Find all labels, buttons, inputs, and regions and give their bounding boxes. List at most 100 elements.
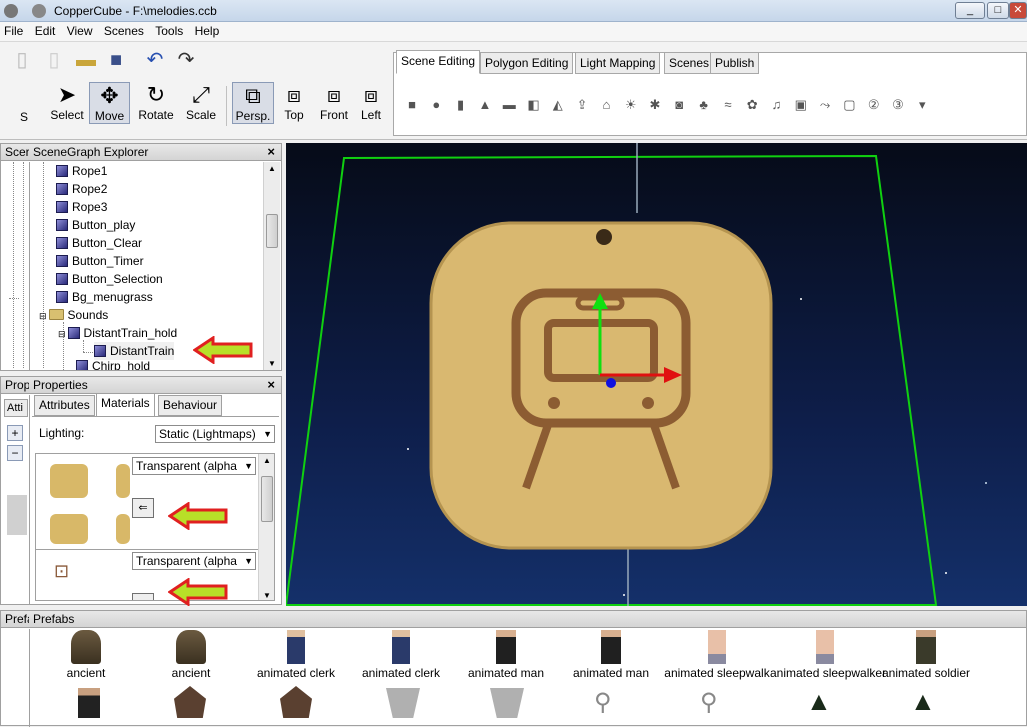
view-front-button[interactable]: ⧈ Front [316,82,352,124]
tab-materials[interactable]: Materials [96,393,155,417]
plane-icon[interactable]: ▬ [501,97,517,113]
prefab-item[interactable]: animated soldier [876,630,976,680]
tree-item-folder[interactable]: ⊟ Sounds [39,306,108,324]
tab-attributes[interactable]: Attributes [34,395,95,416]
tree-icon[interactable]: ▲ [806,686,832,717]
minimize-button[interactable]: _ [955,2,985,19]
prefabs-collapsed-tab[interactable]: Prefa [1,611,34,628]
menu-help[interactable]: Help [191,22,224,38]
menu-view[interactable]: View [63,22,97,38]
light-icon[interactable]: ☀ [623,97,639,113]
prefab-item[interactable]: ancient [141,630,241,680]
new-file-icon[interactable]: ▯ [42,48,66,72]
prefab-item[interactable]: animated sleepwalk [662,630,772,680]
tree-icon[interactable]: ▲ [910,686,936,717]
collapse-icon[interactable]: ⊟ [39,311,47,321]
collapse-icon[interactable]: ⊟ [58,329,66,339]
tree-item[interactable]: Bg_menugrass [56,288,153,306]
scroll-down-icon[interactable]: ▼ [263,591,271,600]
prefab-item[interactable]: animated sleepwalker [770,630,886,680]
scroll-thumb[interactable] [266,214,278,248]
terrain-icon[interactable]: ◭ [550,97,566,113]
menu-scenes[interactable]: Scenes [100,22,148,38]
select-tool-button[interactable]: ➤ Select [48,82,86,124]
new-icon[interactable]: ▯ [10,48,34,72]
menu-tools[interactable]: Tools [151,22,187,38]
3d-viewport[interactable] [284,143,1027,606]
bicycle-icon[interactable]: ⚲ [594,688,612,717]
close-icon[interactable]: × [267,144,275,160]
more-icon[interactable]: ▾ [914,97,930,113]
sphere-icon[interactable]: ● [428,97,444,113]
add-icon[interactable]: + [7,425,23,441]
import-icon[interactable]: ⇪ [574,97,590,113]
materials-scrollbar[interactable]: ▲ ▼ [258,454,274,600]
tree-item-selected[interactable]: DistantTrain [94,342,175,360]
tree-item[interactable]: Button_play [56,216,135,234]
maximize-button[interactable]: □ [987,2,1009,19]
view-top-button[interactable]: ⧈ Top [278,82,310,124]
close-icon[interactable]: × [267,377,275,393]
remove-icon[interactable]: − [7,445,23,461]
scroll-up-icon[interactable]: ▲ [268,164,276,173]
prefab-item[interactable]: animated man [456,630,556,680]
scroll-thumb[interactable] [261,476,273,522]
cube-icon[interactable]: ■ [404,97,420,113]
path-icon[interactable]: ⤳ [817,97,833,113]
3d-icon[interactable]: ③ [890,97,906,113]
tree-item[interactable]: Rope3 [56,198,107,216]
tab-scenes[interactable]: Scenes [664,52,715,74]
open-folder-icon[interactable]: ▬ [74,48,98,72]
menu-edit[interactable]: Edit [31,22,60,38]
undo-icon[interactable]: ↶ [143,48,167,72]
tree-icon[interactable]: ♣ [696,97,712,113]
material-type-select[interactable]: Transparent (alpha ▼ [132,552,256,570]
character-icon[interactable] [78,688,100,718]
scenegraph-collapsed-tab[interactable]: Scer [1,144,30,161]
prefab-item[interactable]: animated clerk [246,630,346,680]
scenegraph-scrollbar[interactable]: ▲ ▼ [263,162,280,370]
load-texture-icon[interactable] [132,593,154,600]
move-tool-button[interactable]: ✥ Move [89,82,130,124]
view-left-button[interactable]: ⧈ Left [356,82,386,124]
cone-icon[interactable]: ▲ [477,97,493,113]
tab-scene-editing[interactable]: Scene Editing [396,50,481,74]
close-button[interactable]: ✕ [1009,2,1027,19]
prefab-item[interactable]: ancient [36,630,136,680]
save-icon[interactable]: ■ [104,48,128,72]
panel-splitter[interactable] [29,395,30,605]
material-type-select[interactable]: Transparent (alpha ▼ [132,457,256,475]
tree-item[interactable]: Button_Clear [56,234,142,252]
redo-icon[interactable]: ↷ [174,48,198,72]
collapsed-attributes-tab[interactable]: Atti [4,399,28,417]
tab-behaviour[interactable]: Behaviour [158,395,223,416]
scroll-up-icon[interactable]: ▲ [263,456,271,465]
panel-splitter[interactable] [29,162,30,370]
panel-splitter[interactable] [29,629,30,727]
particle-icon[interactable]: ✱ [647,97,663,113]
tree-item[interactable]: Button_Timer [56,252,144,270]
tab-light-mapping[interactable]: Light Mapping [575,52,661,74]
tab-polygon-editing[interactable]: Polygon Editing [480,52,574,74]
sound-icon[interactable]: ♫ [769,97,785,113]
2d-icon[interactable]: ② [866,97,882,113]
tab-publish[interactable]: Publish [710,52,760,74]
view-perspective-button[interactable]: ⧉ Persp. [232,82,274,124]
water-icon[interactable]: ≈ [720,97,736,113]
prefab-item[interactable]: animated man [561,630,661,680]
load-texture-icon[interactable]: ⇐ [132,498,154,518]
tree-item[interactable]: Rope1 [56,162,107,180]
house-icon[interactable]: ⌂ [598,97,614,113]
billboard-icon[interactable]: ▣ [793,97,809,113]
overlay-icon[interactable]: ▢ [841,97,857,113]
prefab-item[interactable]: animated clerk [351,630,451,680]
properties-collapsed-tab[interactable]: Prop [1,377,30,394]
rotate-tool-button[interactable]: ↻ Rotate [136,82,176,124]
cylinder-icon[interactable]: ▮ [453,97,469,113]
camera-icon[interactable]: ◙ [671,97,687,113]
tree-item[interactable]: ⊟ DistantTrain_hold [58,324,177,342]
scroll-down-icon[interactable]: ▼ [268,359,276,368]
box-icon[interactable]: ◧ [526,97,542,113]
tree-item[interactable]: Button_Selection [56,270,163,288]
bicycle-icon[interactable]: ⚲ [700,688,718,717]
